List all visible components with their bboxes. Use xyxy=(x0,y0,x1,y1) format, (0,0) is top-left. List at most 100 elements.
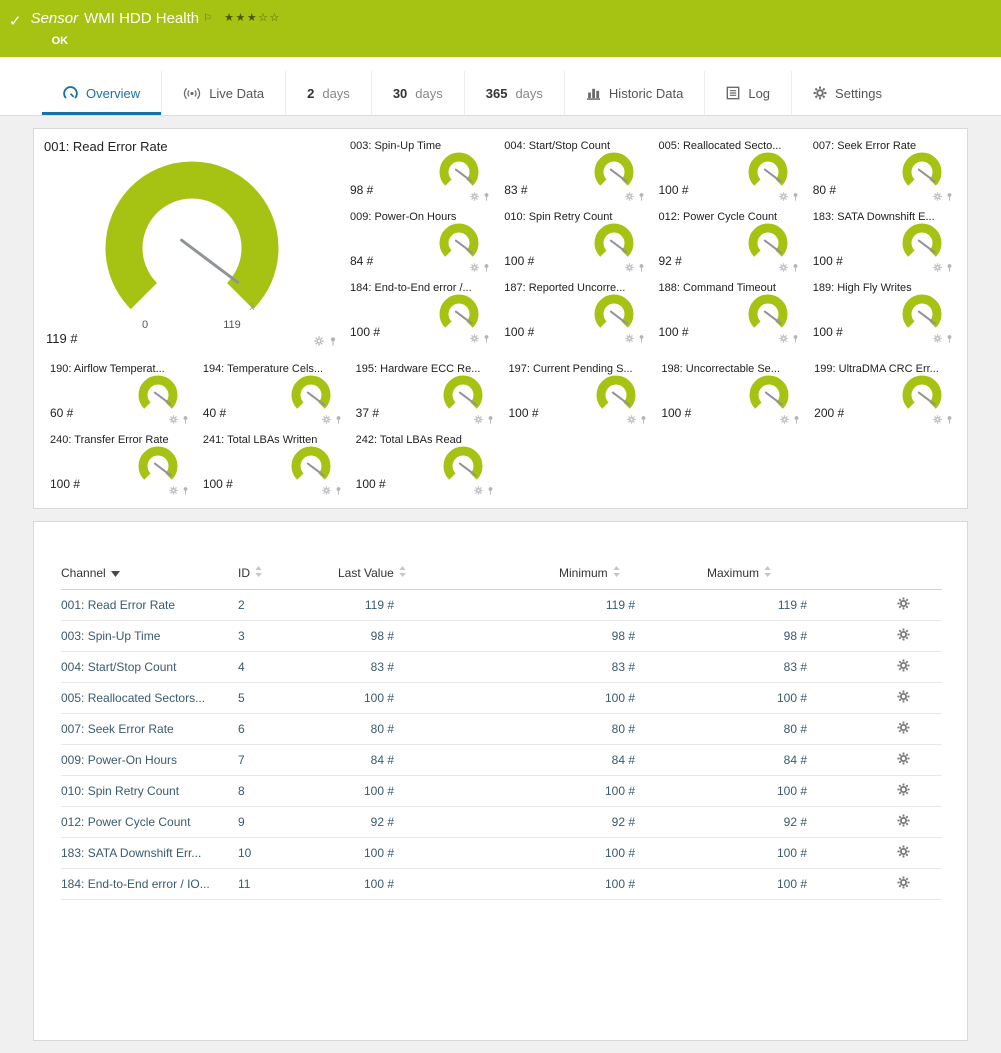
channel-gauge-cell[interactable]: 240: Transfer Error Rate 100 # xyxy=(42,429,195,500)
gauge-pin-icon[interactable] xyxy=(181,415,190,424)
gauge-settings-icon[interactable] xyxy=(933,263,942,272)
channel-gauge-cell[interactable]: 184: End-to-End error /... 100 # xyxy=(342,277,496,348)
channel-settings-icon[interactable] xyxy=(897,628,910,641)
flag-icon[interactable]: ⚐ xyxy=(203,9,212,28)
gauge-pin-icon[interactable] xyxy=(945,263,954,272)
column-header-last[interactable]: Last Value xyxy=(338,566,559,590)
primary-gauge[interactable]: 001: Read Error Rate 0 119 x̄ 119 # xyxy=(42,135,342,348)
gauge-pin-icon[interactable] xyxy=(486,415,495,424)
gauge-settings-icon[interactable] xyxy=(169,415,178,424)
cell-channel-name[interactable]: 004: Start/Stop Count xyxy=(61,652,238,683)
tab-2-days[interactable]: 2days xyxy=(285,71,371,115)
channel-row[interactable]: 184: End-to-End error / IO... 11 100 # 1… xyxy=(61,869,942,900)
gauge-pin-icon[interactable] xyxy=(945,334,954,343)
gauge-settings-icon[interactable] xyxy=(625,334,634,343)
gauge-pin-icon[interactable] xyxy=(482,263,491,272)
channel-settings-icon[interactable] xyxy=(897,597,910,610)
channel-gauge-cell[interactable]: 197: Current Pending S... 100 # xyxy=(500,358,653,429)
tab-overview[interactable]: Overview xyxy=(42,71,161,115)
gauge-settings-icon[interactable] xyxy=(474,415,483,424)
cell-channel-name[interactable]: 007: Seek Error Rate xyxy=(61,714,238,745)
channel-gauge-cell[interactable]: 199: UltraDMA CRC Err... 200 # xyxy=(806,358,959,429)
gauge-settings-icon[interactable] xyxy=(779,263,788,272)
cell-channel-name[interactable]: 001: Read Error Rate xyxy=(61,590,238,621)
channel-row[interactable]: 012: Power Cycle Count 9 92 # 92 # 92 # xyxy=(61,807,942,838)
gauge-pin-icon[interactable] xyxy=(637,192,646,201)
channel-gauge-cell[interactable]: 194: Temperature Cels... 40 # xyxy=(195,358,348,429)
cell-channel-name[interactable]: 012: Power Cycle Count xyxy=(61,807,238,838)
channel-gauge-cell[interactable]: 010: Spin Retry Count 100 # xyxy=(496,206,650,277)
cell-channel-name[interactable]: 003: Spin-Up Time xyxy=(61,621,238,652)
gauge-settings-icon[interactable] xyxy=(470,334,479,343)
gauge-settings-icon[interactable] xyxy=(314,336,324,346)
gauge-pin-icon[interactable] xyxy=(637,334,646,343)
gauge-settings-icon[interactable] xyxy=(933,192,942,201)
gauge-settings-icon[interactable] xyxy=(470,192,479,201)
channel-gauge-cell[interactable]: 012: Power Cycle Count 92 # xyxy=(651,206,805,277)
channel-gauge-cell[interactable]: 005: Reallocated Secto... 100 # xyxy=(651,135,805,206)
gauge-settings-icon[interactable] xyxy=(779,192,788,201)
gauge-pin-icon[interactable] xyxy=(945,192,954,201)
cell-channel-name[interactable]: 183: SATA Downshift Err... xyxy=(61,838,238,869)
tab-30-days[interactable]: 30days xyxy=(371,71,464,115)
tab-log[interactable]: Log xyxy=(704,71,791,115)
channel-settings-icon[interactable] xyxy=(897,845,910,858)
gauge-pin-icon[interactable] xyxy=(328,336,338,346)
channel-settings-icon[interactable] xyxy=(897,721,910,734)
channel-row[interactable]: 007: Seek Error Rate 6 80 # 80 # 80 # xyxy=(61,714,942,745)
gauge-settings-icon[interactable] xyxy=(779,334,788,343)
channel-settings-icon[interactable] xyxy=(897,876,910,889)
channel-row[interactable]: 010: Spin Retry Count 8 100 # 100 # 100 … xyxy=(61,776,942,807)
gauge-pin-icon[interactable] xyxy=(792,415,801,424)
channel-gauge-cell[interactable]: 004: Start/Stop Count 83 # xyxy=(496,135,650,206)
gauge-settings-icon[interactable] xyxy=(933,334,942,343)
gauge-settings-icon[interactable] xyxy=(625,192,634,201)
gauge-pin-icon[interactable] xyxy=(181,486,190,495)
channel-settings-icon[interactable] xyxy=(897,814,910,827)
gauge-settings-icon[interactable] xyxy=(322,486,331,495)
channel-row[interactable]: 003: Spin-Up Time 3 98 # 98 # 98 # xyxy=(61,621,942,652)
gauge-settings-icon[interactable] xyxy=(780,415,789,424)
column-header-channel[interactable]: Channel xyxy=(61,566,238,590)
cell-channel-name[interactable]: 005: Reallocated Sectors... xyxy=(61,683,238,714)
gauge-pin-icon[interactable] xyxy=(482,334,491,343)
channel-gauge-cell[interactable]: 198: Uncorrectable Se... 100 # xyxy=(653,358,806,429)
gauge-settings-icon[interactable] xyxy=(470,263,479,272)
channel-settings-icon[interactable] xyxy=(897,783,910,796)
channel-gauge-cell[interactable]: 187: Reported Uncorre... 100 # xyxy=(496,277,650,348)
gauge-settings-icon[interactable] xyxy=(625,263,634,272)
channel-row[interactable]: 183: SATA Downshift Err... 10 100 # 100 … xyxy=(61,838,942,869)
channel-gauge-cell[interactable]: 242: Total LBAs Read 100 # xyxy=(348,429,501,500)
channel-gauge-cell[interactable]: 195: Hardware ECC Re... 37 # xyxy=(348,358,501,429)
gauge-settings-icon[interactable] xyxy=(627,415,636,424)
gauge-pin-icon[interactable] xyxy=(791,192,800,201)
channel-gauge-cell[interactable]: 189: High Fly Writes 100 # xyxy=(805,277,959,348)
gauge-settings-icon[interactable] xyxy=(933,415,942,424)
cell-channel-name[interactable]: 184: End-to-End error / IO... xyxy=(61,869,238,900)
channel-gauge-cell[interactable]: 183: SATA Downshift E... 100 # xyxy=(805,206,959,277)
priority-stars[interactable]: ★★★☆☆ xyxy=(224,9,281,28)
gauge-pin-icon[interactable] xyxy=(637,263,646,272)
channel-row[interactable]: 009: Power-On Hours 7 84 # 84 # 84 # xyxy=(61,745,942,776)
cell-channel-name[interactable]: 009: Power-On Hours xyxy=(61,745,238,776)
channel-row[interactable]: 005: Reallocated Sectors... 5 100 # 100 … xyxy=(61,683,942,714)
gauge-pin-icon[interactable] xyxy=(334,415,343,424)
channel-settings-icon[interactable] xyxy=(897,752,910,765)
gauge-pin-icon[interactable] xyxy=(482,192,491,201)
channel-gauge-cell[interactable]: 009: Power-On Hours 84 # xyxy=(342,206,496,277)
channel-gauge-cell[interactable]: 007: Seek Error Rate 80 # xyxy=(805,135,959,206)
channel-row[interactable]: 004: Start/Stop Count 4 83 # 83 # 83 # xyxy=(61,652,942,683)
gauge-pin-icon[interactable] xyxy=(486,486,495,495)
tab-365-days[interactable]: 365days xyxy=(464,71,564,115)
cell-channel-name[interactable]: 010: Spin Retry Count xyxy=(61,776,238,807)
gauge-pin-icon[interactable] xyxy=(791,334,800,343)
gauge-settings-icon[interactable] xyxy=(474,486,483,495)
gauge-pin-icon[interactable] xyxy=(639,415,648,424)
column-header-id[interactable]: ID xyxy=(238,566,338,590)
channel-gauge-cell[interactable]: 003: Spin-Up Time 98 # xyxy=(342,135,496,206)
gauge-pin-icon[interactable] xyxy=(945,415,954,424)
column-header-max[interactable]: Maximum xyxy=(707,566,897,590)
channel-settings-icon[interactable] xyxy=(897,690,910,703)
gauge-settings-icon[interactable] xyxy=(169,486,178,495)
channel-gauge-cell[interactable]: 188: Command Timeout 100 # xyxy=(651,277,805,348)
